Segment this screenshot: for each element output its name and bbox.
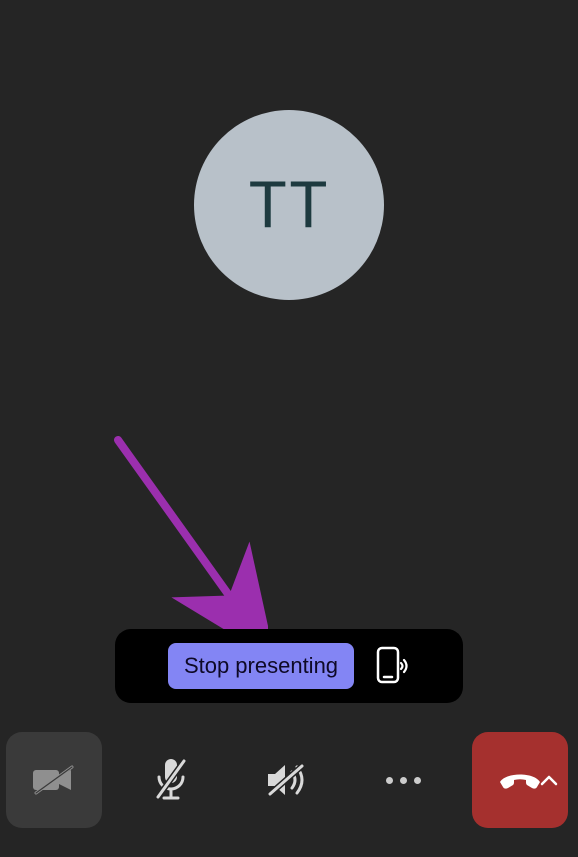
- presenting-toolbar: Stop presenting: [115, 629, 463, 703]
- speaker-toggle-button[interactable]: [239, 732, 335, 828]
- phone-speaker-icon: [376, 646, 410, 686]
- more-options-button[interactable]: [356, 732, 452, 828]
- chevron-up-icon: [540, 774, 558, 786]
- stop-presenting-button[interactable]: Stop presenting: [168, 643, 354, 689]
- phone-hangup-icon: [498, 770, 542, 790]
- call-stage: TT Stop presenting: [0, 0, 578, 857]
- annotation-arrow: [108, 435, 268, 645]
- mic-toggle-button[interactable]: [123, 732, 219, 828]
- end-call-button[interactable]: [472, 732, 568, 828]
- call-control-bar: [0, 730, 578, 830]
- mic-off-icon: [152, 757, 190, 803]
- participant-avatar: TT: [194, 110, 384, 300]
- camera-toggle-button[interactable]: [6, 732, 102, 828]
- speaker-off-icon: [264, 760, 310, 800]
- device-audio-button[interactable]: [376, 645, 410, 687]
- more-icon: [386, 777, 421, 784]
- camera-off-icon: [32, 763, 76, 797]
- avatar-initials: TT: [249, 168, 330, 243]
